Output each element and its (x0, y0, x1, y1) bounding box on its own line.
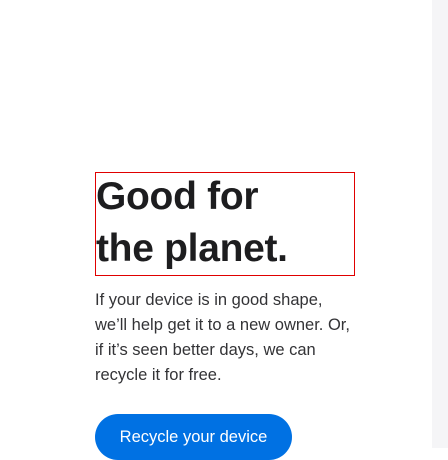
page-title: Good for the planet. (95, 172, 355, 276)
description-text: If your device is in good shape, we’ll h… (95, 291, 350, 384)
title-line-2: the planet. (96, 227, 288, 270)
title-line-1: Good for (96, 175, 259, 218)
side-panel-edge (432, 0, 448, 448)
recycle-device-button[interactable]: Recycle your device (95, 414, 292, 460)
